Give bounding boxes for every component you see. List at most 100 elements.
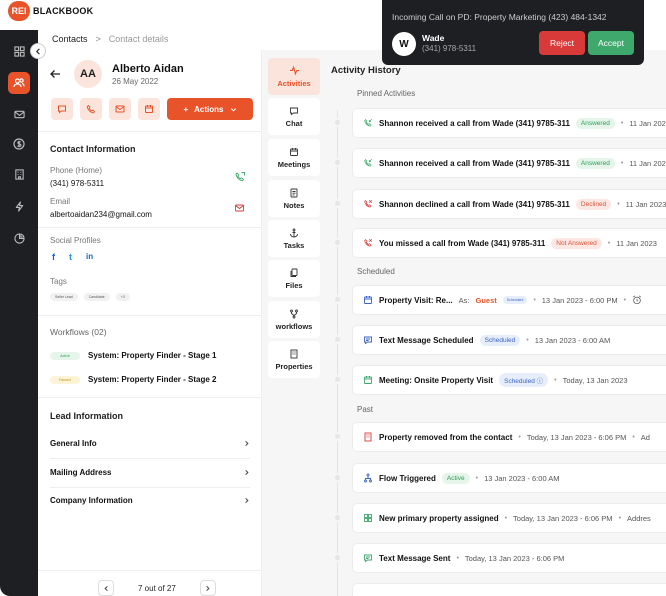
activity-text: Property Visit: Re... — [379, 295, 453, 305]
activity-date: 11 Jan 2023 — [629, 118, 666, 128]
tag-item[interactable]: Seller Lead — [50, 293, 78, 301]
activity-text: Shannon received a call from Wade (341) … — [379, 118, 570, 128]
pie-chart-icon[interactable] — [8, 227, 30, 249]
activity-text: Flow Triggered — [379, 473, 436, 483]
send-mail-icon[interactable] — [234, 202, 246, 214]
group-past: Past — [357, 405, 374, 414]
lead-row-mailing-address[interactable]: Mailing Address — [50, 468, 250, 477]
activity-date: Today, 13 Jan 2023 - 6:06 PM — [464, 553, 565, 563]
activity-text: Property removed from the contact — [379, 432, 513, 442]
lead-row-general-info[interactable]: General Info — [50, 439, 250, 448]
activity-card[interactable]: Shannon received a call from Wade (341) … — [352, 148, 666, 178]
pager-text: 7 out of 27 — [138, 583, 176, 593]
contact-actions: + Actions — [51, 98, 253, 120]
collapse-sidebar-button[interactable] — [30, 43, 46, 59]
contact-name: Alberto Aidan — [112, 62, 184, 75]
phone-call-icon[interactable] — [234, 171, 246, 183]
call-title: Incoming Call on PD: Property Marketing … — [392, 12, 607, 22]
caller-phone: (341) 978-5311 — [422, 44, 477, 53]
activity-title: Activity History — [331, 65, 401, 76]
activity-card[interactable]: Meeting: Onsite Property Visit Scheduled… — [352, 365, 666, 395]
calendar-icon — [364, 296, 372, 304]
breadcrumb-separator: > — [95, 34, 101, 44]
chat-icon — [290, 107, 298, 115]
reject-call-button[interactable]: Reject — [539, 31, 585, 55]
mail-icon[interactable] — [8, 103, 30, 125]
timeline-dot — [333, 158, 342, 167]
activity-card[interactable]: You missed a call from Wade (341) 9785-3… — [352, 228, 666, 258]
tab-chat[interactable]: Chat — [268, 98, 320, 135]
status-badge: Scheduled — [479, 334, 521, 346]
calendar-icon — [364, 376, 372, 384]
activity-card[interactable]: Property Visit: Re... As: Guest Schedule… — [352, 285, 666, 315]
status-badge: Scheduled — [502, 296, 528, 304]
tab-activities[interactable]: Activities — [268, 58, 320, 95]
tab-meetings[interactable]: Meetings — [268, 139, 320, 176]
lead-info-title: Lead Information — [50, 411, 124, 421]
grid-icon[interactable] — [8, 40, 30, 62]
contact-panel: AA Alberto Aidan 26 May 2022 + Actions C… — [38, 50, 262, 596]
incoming-call-popup: Incoming Call on PD: Property Marketing … — [382, 0, 644, 65]
tag-item[interactable]: +3 — [115, 293, 130, 301]
facebook-icon[interactable]: f — [52, 252, 55, 262]
call-button[interactable] — [80, 98, 102, 120]
activity-date: Today, 13 Jan 2023 — [562, 375, 628, 385]
dollar-icon[interactable] — [8, 133, 30, 155]
lightning-icon[interactable] — [8, 195, 30, 217]
timeline-dot — [333, 473, 342, 482]
breadcrumb-contacts[interactable]: Contacts — [52, 34, 88, 44]
activity-card[interactable]: Flow Triggered Active • 13 Jan 2023 - 6:… — [352, 463, 666, 493]
building-icon[interactable] — [8, 163, 30, 185]
timeline-dot — [333, 199, 342, 208]
twitter-icon[interactable]: t — [69, 252, 72, 262]
email-value[interactable]: albertoaidan234@gmail.com — [50, 210, 152, 219]
tab-workflows[interactable]: workflows — [268, 301, 320, 338]
next-page-button[interactable] — [199, 580, 216, 596]
tab-notes[interactable]: Notes — [268, 180, 320, 217]
activity-card[interactable]: Text Message Scheduled Scheduled • 13 Ja… — [352, 325, 666, 355]
separator-dot: • — [617, 200, 620, 208]
separator-dot: • — [518, 433, 521, 441]
actions-label: Actions — [194, 104, 224, 114]
guest-label: Guest — [475, 295, 497, 305]
workflow-item[interactable]: Active System: Property Finder - Stage 1 — [50, 351, 216, 360]
tab-properties[interactable]: Properties — [268, 341, 320, 378]
prev-page-button[interactable] — [98, 580, 114, 596]
activity-card[interactable]: New primary property assigned • Today, 1… — [352, 503, 666, 533]
actions-button[interactable]: + Actions — [167, 98, 253, 120]
timeline-line — [337, 110, 338, 596]
activity-card[interactable]: Shannon declined a call from Wade (341) … — [352, 189, 666, 219]
anchor-icon — [290, 228, 298, 237]
linkedin-icon[interactable]: in — [86, 252, 93, 262]
tab-label: Tasks — [283, 240, 305, 250]
chevron-right-icon — [245, 497, 249, 504]
tab-files[interactable]: Files — [268, 260, 320, 297]
phone-value[interactable]: (341) 978-5311 — [50, 179, 104, 188]
activity-card[interactable] — [352, 583, 666, 596]
lead-row-company-info[interactable]: Company Information — [50, 496, 250, 505]
tags-title: Tags — [50, 277, 67, 286]
info-icon[interactable]: ⓘ — [537, 378, 544, 385]
workflow-name: System: Property Finder - Stage 2 — [88, 375, 217, 384]
timeline-dot — [333, 513, 342, 522]
contacts-icon[interactable] — [8, 72, 30, 94]
social-title: Social Profiles — [50, 236, 101, 245]
phone-label: Phone (Home) — [50, 166, 103, 175]
building-icon — [364, 432, 372, 442]
workflow-item[interactable]: Paused System: Property Finder - Stage 2 — [50, 375, 216, 384]
alarm-icon[interactable] — [632, 295, 642, 305]
calendar-button[interactable] — [138, 98, 160, 120]
activity-card[interactable]: Text Message Sent • Today, 13 Jan 2023 -… — [352, 543, 666, 573]
separator-dot: • — [533, 296, 536, 304]
message-button[interactable] — [51, 98, 73, 120]
activity-card[interactable]: Property removed from the contact • Toda… — [352, 422, 666, 452]
breadcrumb-current: Contact details — [108, 34, 169, 44]
tab-tasks[interactable]: Tasks — [268, 220, 320, 257]
activity-card[interactable]: Shannon received a call from Wade (341) … — [352, 108, 666, 138]
back-arrow-icon[interactable] — [48, 67, 62, 81]
divider — [50, 487, 250, 488]
email-button[interactable] — [109, 98, 131, 120]
accept-call-button[interactable]: Accept — [588, 31, 634, 55]
mail-icon — [115, 105, 125, 113]
tag-item[interactable]: Candidate — [83, 293, 110, 301]
